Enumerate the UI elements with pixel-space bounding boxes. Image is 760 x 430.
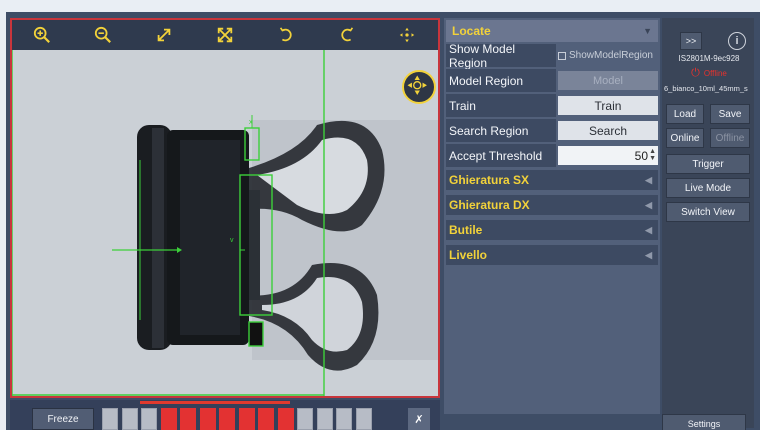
- filmstrip-thumbnail[interactable]: [297, 408, 313, 430]
- row-model-region: Model Region Model: [446, 69, 658, 92]
- rotate-cw-icon: [341, 27, 353, 42]
- filmstrip-thumbnail[interactable]: [102, 408, 118, 430]
- train-button[interactable]: Train: [558, 96, 658, 115]
- rotate-ccw-icon: [279, 27, 292, 42]
- tool-selector[interactable]: Locate ▼: [446, 20, 658, 42]
- job-name: 6_bianco_10ml_45mm_s: [664, 84, 748, 93]
- connection-status: ⏻ Offline: [666, 66, 752, 80]
- filmstrip-bar: Freeze ✗: [10, 400, 440, 430]
- zoom-out-button[interactable]: [86, 22, 120, 48]
- rotate-cw-button[interactable]: [330, 22, 364, 48]
- section-ghieratura-sx[interactable]: Ghieratura SX ◀: [446, 170, 658, 190]
- collapse-arrow-icon: ◀: [645, 199, 652, 210]
- filmstrip-thumbnail[interactable]: [316, 408, 333, 430]
- section-label: Ghieratura DX: [449, 198, 530, 212]
- search-region-button[interactable]: Search: [558, 121, 658, 140]
- settings-button[interactable]: Settings: [662, 414, 746, 430]
- status-text: Offline: [703, 68, 727, 78]
- tool-selector-label: Locate: [452, 24, 491, 38]
- zoom-out-icon: [95, 26, 112, 43]
- info-icon[interactable]: i: [728, 32, 746, 50]
- filmstrip-thumbnail[interactable]: [121, 408, 138, 430]
- switch-view-button[interactable]: Switch View: [666, 202, 750, 222]
- filmstrip-thumbnail[interactable]: [355, 408, 372, 430]
- row-show-model-region: Show Model Region ShowModelRegion: [446, 42, 658, 70]
- chevron-down-icon: ▼: [643, 26, 652, 36]
- offline-button[interactable]: Offline: [710, 128, 750, 148]
- power-icon: ⏻: [691, 66, 700, 79]
- collapse-arrow-icon: ◀: [645, 249, 652, 260]
- show-model-region-checkbox[interactable]: ShowModelRegion: [558, 46, 658, 65]
- search-region-label: Search Region: [446, 119, 556, 142]
- spinner-arrows-icon[interactable]: ▲ ▼: [649, 148, 656, 162]
- row-search-region: Search Region Search: [446, 119, 658, 142]
- model-region-button[interactable]: Model: [558, 71, 658, 90]
- load-button[interactable]: Load: [666, 104, 704, 124]
- image-viewer[interactable]: x v: [10, 18, 440, 398]
- rotate-ccw-button[interactable]: [269, 22, 303, 48]
- section-ghieratura-dx[interactable]: Ghieratura DX ◀: [446, 195, 658, 215]
- fit-button[interactable]: [208, 22, 242, 48]
- collapse-arrow-icon: ◀: [645, 224, 652, 235]
- freeze-button[interactable]: Freeze: [32, 408, 94, 430]
- accept-threshold-value: 50: [634, 148, 648, 163]
- save-button[interactable]: Save: [710, 104, 750, 124]
- zoom-in-icon: [34, 26, 51, 43]
- filmstrip-thumbnail[interactable]: [336, 408, 352, 430]
- accept-threshold-spinner[interactable]: 50 ▲ ▼: [558, 146, 658, 165]
- device-sidebar: >> i IS2801M-9ec928 ⏻ Offline 6_bianco_1…: [662, 18, 754, 430]
- zoom-in-button[interactable]: [25, 22, 59, 48]
- online-button[interactable]: Online: [666, 128, 704, 148]
- expand-icon: [157, 28, 171, 42]
- collapse-arrow-icon: ◀: [645, 174, 652, 185]
- show-model-region-label: Show Model Region: [446, 42, 556, 70]
- capture-progress-bar: [140, 401, 290, 404]
- row-train: Train Train: [446, 94, 658, 117]
- expand-button[interactable]: [147, 22, 181, 48]
- filmstrip-thumbnail[interactable]: [160, 408, 177, 430]
- checkbox-icon: [558, 51, 566, 60]
- filmstrip-thumbnail[interactable]: [199, 408, 216, 430]
- filmstrip-thumbnail[interactable]: [219, 408, 235, 430]
- filmstrip-thumbnail[interactable]: [258, 408, 274, 430]
- roi-label-small-box: x: [249, 119, 253, 126]
- filmstrip-thumbnail[interactable]: [141, 408, 157, 430]
- screen: x v Locate ▼ Show Model Region ShowModel…: [6, 12, 760, 430]
- viewer-toolbar: [12, 20, 438, 50]
- train-label: Train: [446, 94, 556, 117]
- accept-threshold-label: Accept Threshold: [446, 144, 556, 167]
- trigger-button[interactable]: Trigger: [666, 154, 750, 174]
- section-label: Ghieratura SX: [449, 173, 530, 187]
- section-label: Livello: [449, 248, 488, 262]
- pan-navigator[interactable]: [402, 70, 436, 104]
- tool-properties-panel: Locate ▼ Show Model Region ShowModelRegi…: [444, 18, 660, 414]
- fit-cross-icon: [217, 27, 233, 43]
- filmstrip-thumbnail[interactable]: [180, 408, 196, 430]
- roi-label-tall-box: v: [230, 237, 234, 244]
- model-region-label: Model Region: [446, 69, 556, 92]
- row-accept-threshold: Accept Threshold 50 ▲ ▼: [446, 144, 658, 167]
- pan-button[interactable]: [390, 22, 424, 48]
- close-filmstrip-button[interactable]: ✗: [408, 408, 430, 430]
- section-label: Butile: [449, 223, 483, 237]
- show-model-region-checkbox-label: ShowModelRegion: [569, 50, 653, 61]
- navigator-arrows-icon: [407, 75, 427, 95]
- device-name: IS2801M-9ec928: [678, 54, 740, 63]
- section-livello[interactable]: Livello ◀: [446, 245, 658, 265]
- live-mode-button[interactable]: Live Mode: [666, 178, 750, 198]
- pan-icon: [400, 27, 415, 43]
- expand-panel-button[interactable]: >>: [680, 32, 702, 50]
- section-butile[interactable]: Butile ◀: [446, 220, 658, 240]
- filmstrip-thumbnail[interactable]: [277, 408, 294, 430]
- camera-image[interactable]: x v: [12, 50, 438, 396]
- filmstrip-thumbnail[interactable]: [238, 408, 255, 430]
